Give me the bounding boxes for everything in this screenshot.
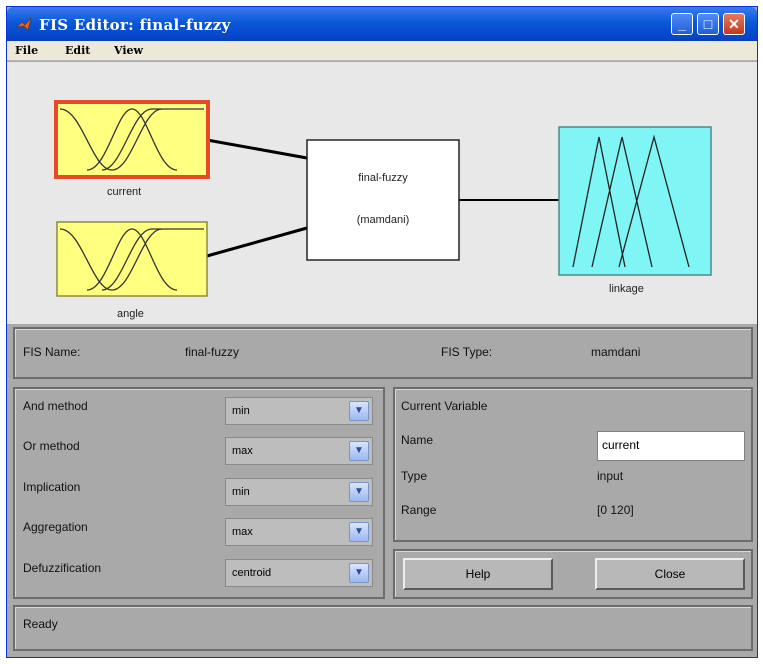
aggregation-select[interactable]: max ▼ — [225, 518, 373, 546]
current-variable-heading: Current Variable — [401, 399, 488, 413]
current-variable-panel: Current Variable Name current Type input… — [393, 387, 753, 542]
minimize-icon: _ — [678, 16, 686, 32]
status-text: Ready — [23, 617, 58, 631]
implication-select[interactable]: min ▼ — [225, 478, 373, 506]
or-method-select[interactable]: max ▼ — [225, 437, 373, 465]
and-method-label: And method — [23, 399, 88, 413]
system-block[interactable] — [306, 139, 460, 261]
fis-type-value: mamdani — [591, 345, 641, 359]
close-window-button[interactable]: ✕ — [723, 13, 745, 35]
or-method-value: max — [232, 445, 253, 457]
variable-type-label: Type — [401, 469, 428, 483]
matlab-logo-icon — [16, 17, 32, 31]
or-method-label: Or method — [23, 439, 80, 453]
status-bar: Ready — [13, 605, 753, 651]
connector-angle — [206, 226, 308, 258]
help-button[interactable]: Help — [403, 558, 553, 590]
system-name-label: final-fuzzy — [358, 172, 408, 184]
maximize-button[interactable]: □ — [697, 13, 719, 35]
variable-range-label: Range — [401, 503, 437, 517]
title-bar[interactable]: FIS Editor: final-fuzzy _ □ ✕ — [7, 7, 757, 41]
close-icon: ✕ — [728, 16, 740, 32]
fis-editor-window: FIS Editor: final-fuzzy _ □ ✕ File Edit … — [6, 6, 758, 658]
fis-type-label: FIS Type: — [441, 345, 493, 359]
chevron-down-icon: ▼ — [349, 482, 369, 502]
aggregation-value: max — [232, 526, 253, 538]
connector-current — [206, 138, 308, 160]
chevron-down-icon: ▼ — [349, 563, 369, 583]
defuzzification-label: Defuzzification — [23, 561, 102, 575]
maximize-icon: □ — [703, 16, 713, 32]
and-method-select[interactable]: min ▼ — [225, 397, 373, 425]
output-label-linkage: linkage — [609, 283, 644, 295]
fis-name-label: FIS Name: — [23, 345, 81, 359]
menu-file[interactable]: File — [15, 44, 38, 57]
fis-info-panel: FIS Name: final-fuzzy FIS Type: mamdani — [13, 327, 753, 379]
input-block-angle[interactable] — [56, 221, 208, 297]
input-label-current: current — [107, 186, 142, 198]
menu-edit[interactable]: Edit — [65, 44, 90, 57]
implication-label: Implication — [23, 480, 81, 494]
variable-name-field[interactable]: current — [597, 431, 745, 461]
minimize-button[interactable]: _ — [671, 13, 693, 35]
chevron-down-icon: ▼ — [349, 401, 369, 421]
variable-range-value: [0 120] — [597, 503, 634, 517]
defuzzification-value: centroid — [232, 567, 272, 579]
fis-name-value: final-fuzzy — [185, 345, 240, 359]
chevron-down-icon: ▼ — [349, 522, 369, 542]
output-block-linkage[interactable] — [558, 126, 712, 276]
close-button[interactable]: Close — [595, 558, 745, 590]
methods-panel: And method min ▼ Or method max ▼ Implica… — [13, 387, 385, 599]
and-method-value: min — [232, 405, 250, 417]
implication-value: min — [232, 486, 250, 498]
menu-bar: File Edit View — [7, 41, 757, 61]
system-type-label: (mamdani) — [356, 214, 410, 226]
defuzzification-select[interactable]: centroid ▼ — [225, 559, 373, 587]
input-block-current[interactable] — [54, 100, 210, 179]
input-label-angle: angle — [117, 308, 144, 320]
menu-view[interactable]: View — [114, 44, 143, 57]
aggregation-label: Aggregation — [23, 520, 88, 534]
variable-type-value: input — [597, 469, 624, 483]
buttons-panel: Help Close — [393, 549, 753, 599]
variable-name-label: Name — [401, 433, 434, 447]
fis-diagram: current angle final-fuzzy (mamdani) link… — [7, 62, 757, 324]
chevron-down-icon: ▼ — [349, 441, 369, 461]
window-title: FIS Editor: final-fuzzy — [39, 16, 231, 34]
